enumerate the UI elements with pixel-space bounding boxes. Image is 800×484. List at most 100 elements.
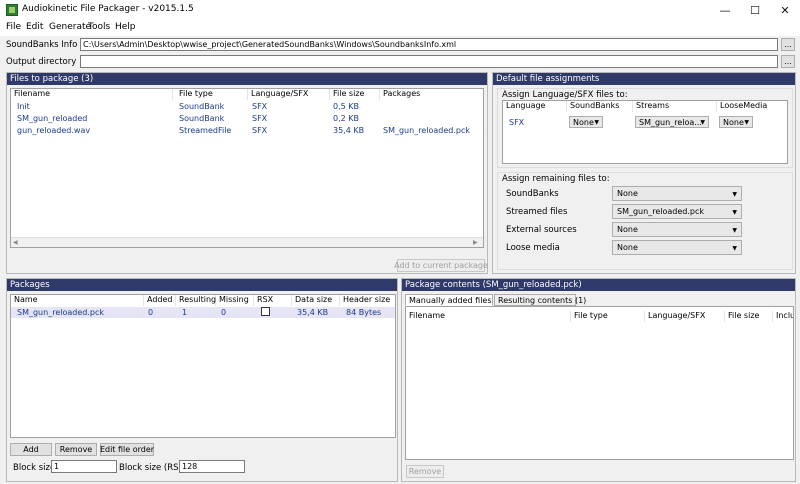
remaining-soundbanks-label: SoundBanks	[506, 189, 559, 199]
col-language[interactable]: Language/SFX	[645, 311, 725, 322]
table-row[interactable]: SM_gun_reloaded.pck 0 1 0 35,4 KB 84 Byt…	[11, 307, 395, 318]
row-file-type: StreamedFile	[179, 126, 232, 135]
remove-package-button[interactable]: Remove	[55, 443, 97, 456]
edit-file-order-button[interactable]: Edit file order	[100, 443, 154, 456]
package-added: 0	[148, 308, 154, 317]
row-file-type: SoundBank	[179, 102, 225, 111]
col-file-size[interactable]: File size	[330, 89, 380, 100]
scroll-left-icon[interactable]: ◀	[13, 239, 18, 246]
assign-language-group: Assign Language/SFX files to: Language S…	[497, 88, 793, 168]
title-bar: Audiokinetic File Packager - v2015.1.5 —…	[0, 0, 800, 20]
col-file-type[interactable]: File type	[176, 89, 248, 100]
row-file-size: 0,2 KB	[333, 114, 359, 123]
package-name: SM_gun_reloaded.pck	[17, 308, 104, 317]
menu-help[interactable]: Help	[115, 22, 136, 32]
minimize-button[interactable]: —	[710, 0, 740, 20]
col-resulting[interactable]: Resulting	[176, 295, 216, 306]
scroll-right-icon[interactable]: ▶	[473, 239, 478, 246]
col-language[interactable]: Language/SFX	[248, 89, 330, 100]
client-area: SoundBanks Info file C:\Users\Admin\Desk…	[0, 36, 800, 484]
col-data-size[interactable]: Data size	[292, 295, 340, 306]
contents-list[interactable]: Filename File type Language/SFX File siz…	[405, 306, 794, 460]
remaining-soundbanks-select[interactable]: None ▼	[612, 186, 742, 201]
col-rsx[interactable]: RSX	[254, 295, 292, 306]
col-filename[interactable]: Filename	[11, 89, 173, 100]
files-panel-title: Files to package (3)	[7, 73, 487, 85]
package-header-size: 84 Bytes	[346, 308, 382, 317]
output-dir-browse-button[interactable]: ...	[781, 55, 795, 68]
contents-panel-title: Package contents (SM_gun_reloaded.pck)	[402, 279, 795, 291]
remaining-streamed-select[interactable]: SM_gun_reloaded.pck ▼	[612, 204, 742, 219]
col-packages[interactable]: Packages	[380, 89, 483, 100]
row-filename: SM_gun_reloaded	[17, 114, 88, 123]
col-added[interactable]: Added	[144, 295, 176, 306]
col-language[interactable]: Language	[503, 101, 567, 112]
chevron-down-icon: ▼	[594, 119, 599, 126]
assign-remaining-group: Assign remaining files to: SoundBanks No…	[497, 172, 793, 270]
row-filename: Init	[17, 102, 30, 111]
soundbanks-info-field[interactable]: C:\Users\Admin\Desktop\wwise_project\Gen…	[80, 38, 778, 51]
col-filename[interactable]: Filename	[406, 311, 571, 322]
chevron-down-icon: ▼	[732, 209, 737, 216]
row-language: SFX	[252, 102, 268, 111]
row-language: SFX	[252, 114, 268, 123]
remaining-loose-label: Loose media	[506, 243, 560, 253]
col-inclu[interactable]: Inclu	[773, 311, 793, 322]
remaining-external-select[interactable]: None ▼	[612, 222, 742, 237]
remaining-external-label: External sources	[506, 225, 577, 235]
block-size-field[interactable]: 1	[51, 460, 117, 473]
col-soundbanks[interactable]: SoundBanks	[567, 101, 633, 112]
menu-file[interactable]: File	[6, 22, 21, 32]
row-file-type: SoundBank	[179, 114, 225, 123]
menu-tools[interactable]: Tools	[88, 22, 110, 32]
col-streams[interactable]: Streams	[633, 101, 717, 112]
menu-edit[interactable]: Edit	[26, 22, 43, 32]
window-title: Audiokinetic File Packager - v2015.1.5	[22, 4, 194, 14]
chevron-down-icon: ▼	[700, 119, 705, 126]
loosemedia-select[interactable]: None ▼	[719, 116, 753, 128]
default-assignments-panel: Default file assignments Assign Language…	[492, 72, 796, 274]
maximize-button[interactable]: ☐	[740, 0, 770, 20]
close-button[interactable]: ✕	[770, 0, 800, 20]
soundbanks-browse-button[interactable]: ...	[781, 38, 795, 51]
package-data-size: 35,4 KB	[297, 308, 329, 317]
output-dir-field[interactable]	[80, 55, 778, 68]
chevron-down-icon: ▼	[744, 119, 749, 126]
col-name[interactable]: Name	[11, 295, 144, 306]
add-to-current-package-button[interactable]: Add to current package	[394, 259, 488, 272]
defaults-panel-title: Default file assignments	[493, 73, 795, 85]
assign-remaining-label: Assign remaining files to:	[502, 174, 610, 184]
row-language: SFX	[252, 126, 268, 135]
col-header-size[interactable]: Header size	[340, 295, 395, 306]
streams-select[interactable]: SM_gun_reloa... ▼	[635, 116, 709, 128]
block-size-rsx-field[interactable]: 128	[179, 460, 245, 473]
row-file-size: 35,4 KB	[333, 126, 365, 135]
packages-list[interactable]: Name Added Resulting Missing RSX Data si…	[10, 294, 396, 438]
rsx-checkbox[interactable]	[261, 307, 270, 316]
tab-resulting-contents[interactable]: Resulting contents (1)	[494, 294, 586, 306]
row-packages: SM_gun_reloaded.pck	[383, 126, 470, 135]
chevron-down-icon: ▼	[732, 191, 737, 198]
col-file-size[interactable]: File size	[725, 311, 773, 322]
language-sfx: SFX	[509, 118, 525, 127]
chevron-down-icon: ▼	[732, 227, 737, 234]
remove-contents-button[interactable]: Remove	[406, 465, 444, 478]
tab-manually-added[interactable]: Manually added files (0)	[405, 294, 505, 306]
app-icon	[6, 4, 18, 16]
col-loosemedia[interactable]: LooseMedia	[717, 101, 787, 112]
add-package-button[interactable]: Add	[10, 443, 52, 456]
packages-panel-title: Packages	[7, 279, 397, 291]
remaining-streamed-label: Streamed files	[506, 207, 568, 217]
package-contents-panel: Package contents (SM_gun_reloaded.pck) M…	[401, 278, 796, 482]
output-dir-label: Output directory	[6, 57, 77, 67]
language-assignments-table[interactable]: Language SoundBanks Streams LooseMedia S…	[502, 100, 788, 164]
horizontal-scrollbar[interactable]: ◀ ▶	[11, 237, 483, 247]
package-resulting: 1	[182, 308, 188, 317]
menu-generate[interactable]: Generate	[49, 22, 91, 32]
col-missing[interactable]: Missing	[216, 295, 254, 306]
remaining-loose-select[interactable]: None ▼	[612, 240, 742, 255]
package-missing: 0	[221, 308, 227, 317]
files-list[interactable]: Filename File type Language/SFX File siz…	[10, 88, 484, 248]
soundbanks-select[interactable]: None ▼	[569, 116, 603, 128]
col-file-type[interactable]: File type	[571, 311, 645, 322]
